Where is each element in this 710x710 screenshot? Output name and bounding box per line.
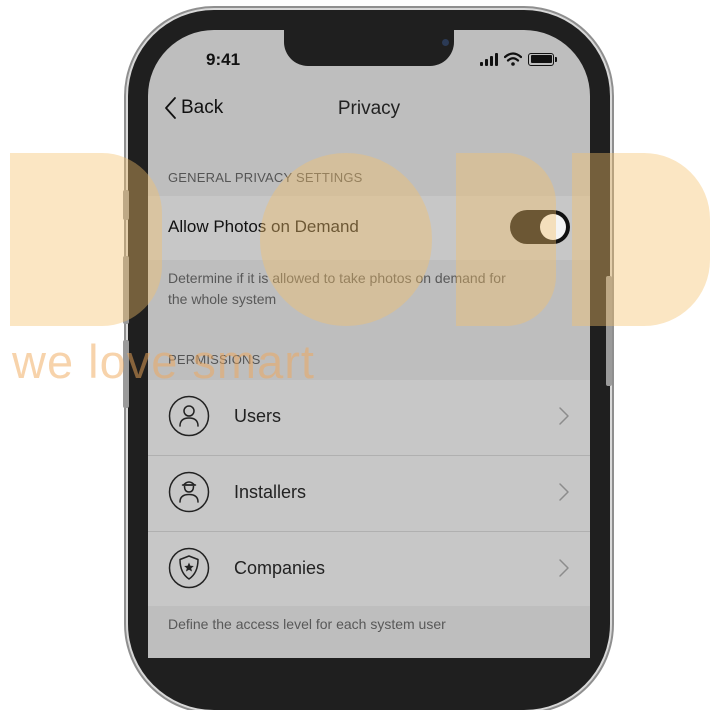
front-camera — [442, 39, 449, 46]
chevron-right-icon — [559, 559, 569, 577]
status-time: 9:41 — [206, 50, 241, 69]
notch — [284, 30, 454, 66]
allow-photos-row: Allow Photos on Demand — [148, 196, 590, 260]
silent-switch — [123, 190, 129, 220]
general-section-header: GENERAL PRIVACY SETTINGS — [168, 170, 363, 185]
chevron-right-icon — [559, 483, 569, 501]
wifi-icon — [504, 52, 522, 66]
volume-up-button — [123, 256, 129, 324]
permission-label: Users — [234, 406, 282, 426]
installer-icon — [168, 471, 210, 513]
permissions-section-header: PERMISSIONS — [168, 352, 261, 367]
caption-line: Determine if it is allowed to take photo… — [168, 270, 506, 286]
general-section-caption: Determine if it is allowed to take photo… — [168, 268, 506, 310]
permissions-section-caption: Define the access level for each system … — [168, 616, 446, 632]
shield-star-icon — [168, 547, 210, 589]
bottom-bar — [148, 658, 590, 670]
power-button — [606, 276, 612, 386]
permission-item-users[interactable]: Users — [148, 380, 590, 454]
signal-icon — [480, 52, 498, 66]
caption-line: the whole system — [168, 291, 277, 307]
page-title: Privacy — [337, 98, 401, 119]
phone-screen: 9:41 Back Privacy GENERAL PRIVACY SETTIN… — [148, 30, 590, 670]
permission-item-companies[interactable]: Companies — [148, 532, 590, 606]
permissions-list: Users Installers Companies — [148, 380, 590, 606]
navigation-bar: Back Privacy — [148, 90, 590, 132]
chevron-right-icon — [559, 407, 569, 425]
battery-icon — [528, 52, 557, 66]
status-icons — [480, 52, 557, 66]
permission-label: Installers — [234, 482, 307, 502]
permission-label: Companies — [234, 558, 326, 578]
toggle-knob — [540, 214, 566, 240]
allow-photos-toggle[interactable] — [510, 210, 570, 244]
volume-down-button — [123, 340, 129, 408]
permission-item-installers[interactable]: Installers — [148, 456, 590, 530]
allow-photos-label: Allow Photos on Demand — [168, 217, 359, 236]
user-icon — [168, 395, 210, 437]
